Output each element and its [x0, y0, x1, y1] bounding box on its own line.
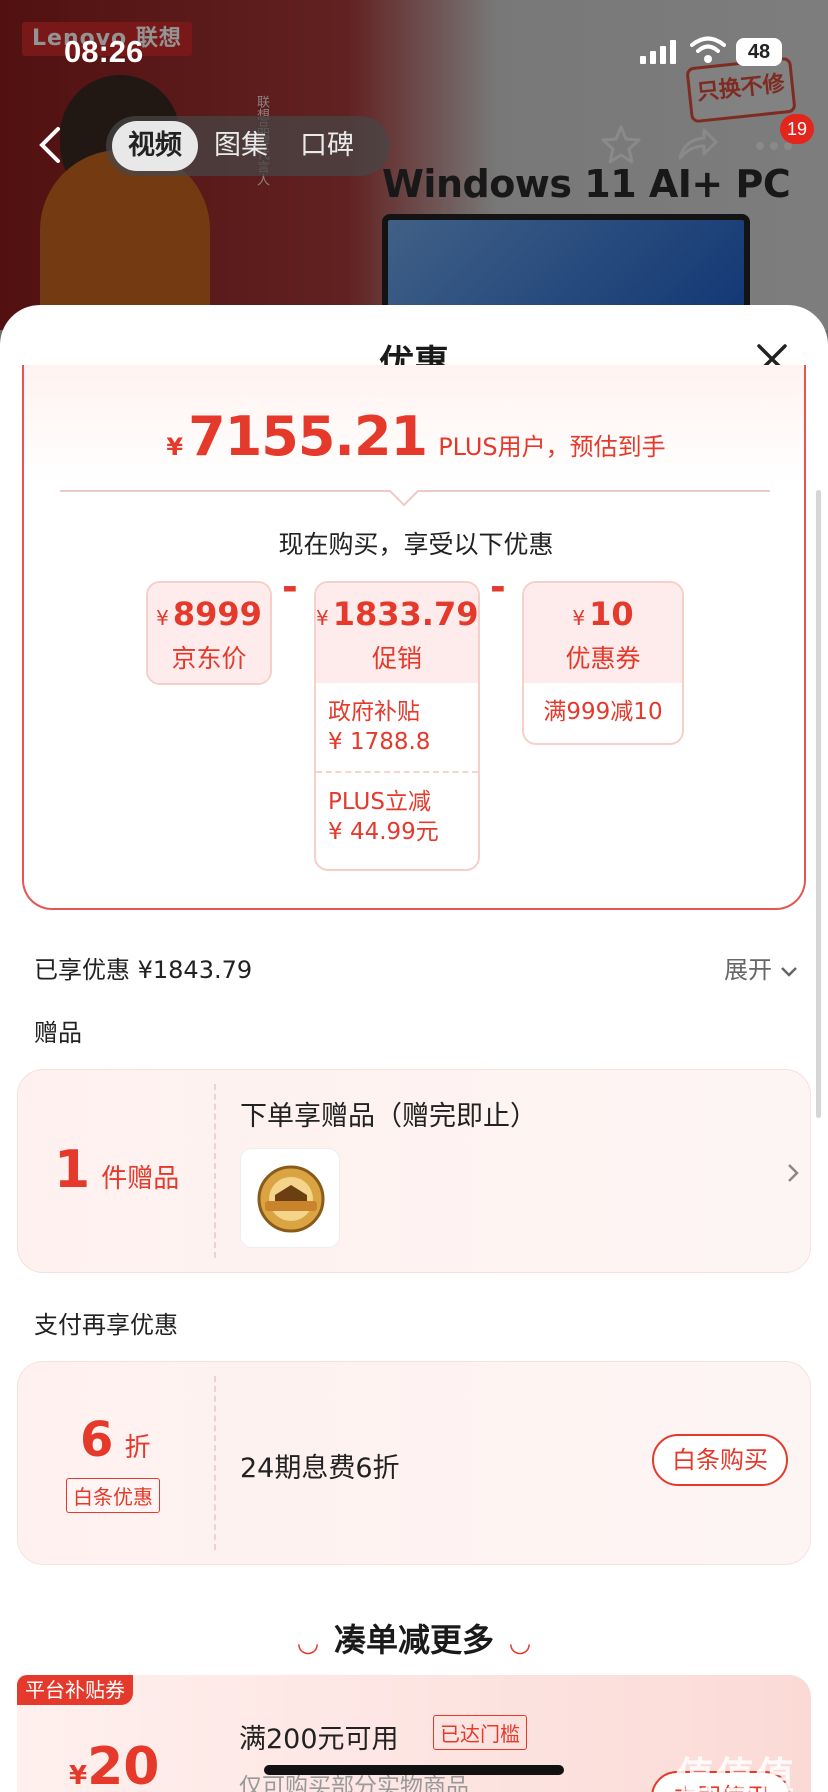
minus-sign: -	[282, 565, 298, 609]
share-icon[interactable]	[676, 124, 718, 164]
baitiao-tag: 白条优惠	[66, 1478, 160, 1513]
home-indicator[interactable]	[264, 1765, 564, 1775]
baitiao-buy-button[interactable]: 白条购买	[652, 1434, 788, 1486]
battery-icon: 48	[736, 38, 782, 66]
currency-symbol: ¥	[69, 1761, 88, 1791]
promotion-detail-plus: PLUS立减 ¥ 44.99元	[316, 771, 478, 861]
final-price-row: ¥ 7155.21 PLUS用户，预估到手	[24, 405, 808, 468]
chevron-right-icon[interactable]	[786, 1162, 800, 1190]
payment-discount-unit: 折	[124, 1433, 151, 1463]
discount-bottom-sheet: 优惠 ¥ 7155.21 PLUS用户，预估到手 现在购买，享受以下优惠 ¥89…	[0, 305, 828, 1792]
gift-count-number: 1	[54, 1140, 91, 1200]
currency-symbol: ¥	[572, 606, 586, 630]
media-tab-bar: 视频 图集 口碑	[106, 116, 390, 176]
divider-arrow	[60, 490, 770, 507]
expand-label: 展开	[724, 956, 772, 984]
jd-price-box: ¥8999 京东价	[146, 581, 272, 685]
scrollbar[interactable]	[816, 490, 821, 1118]
detail-name: 政府补贴	[328, 699, 420, 725]
coupon-label: 优惠券	[565, 644, 641, 673]
gifts-section-label: 赠品	[34, 1019, 82, 1047]
currency-symbol: ¥	[316, 606, 329, 630]
card-divider	[214, 1084, 216, 1258]
currency-symbol: ¥	[156, 606, 169, 630]
chevron-left-icon	[39, 127, 60, 163]
status-bar: 08:26 48	[0, 0, 828, 100]
currency-symbol: ¥	[166, 433, 184, 461]
gift-seal-icon	[257, 1165, 325, 1233]
smile-decoration-icon: ◡	[510, 1628, 530, 1658]
combine-heading-text: 凑单减更多	[333, 1621, 494, 1659]
coupon-value: ¥20	[69, 1737, 159, 1792]
enjoyed-discount: 已享优惠 ¥1843.79	[34, 956, 253, 984]
site-watermark: 值值值	[676, 1754, 797, 1792]
coupon-detail: 满999减10	[543, 699, 663, 725]
gift-card[interactable]: 1 件赠品 下单享赠品（赠完即止）	[17, 1069, 811, 1273]
detail-name: PLUS立减	[328, 789, 431, 815]
detail-value: ¥ 1788.8	[328, 729, 431, 755]
expand-button[interactable]: 展开	[724, 950, 798, 985]
tab-gallery[interactable]: 图集	[198, 121, 284, 171]
back-button[interactable]	[36, 125, 72, 169]
promotion-detail-subsidy: 政府补贴 ¥ 1788.8	[316, 683, 478, 771]
chevron-down-icon	[780, 967, 797, 977]
smile-decoration-icon: ◡	[297, 1628, 318, 1658]
card-divider	[214, 1376, 216, 1550]
gift-count-unit: 件赠品	[101, 1164, 180, 1194]
coupon-box: ¥10 优惠券 满999减10	[522, 581, 684, 745]
coupon-ribbon: 平台补贴券	[17, 1675, 133, 1705]
payment-discount: 6 折	[80, 1412, 151, 1468]
cellular-signal-icon	[640, 40, 676, 64]
status-time: 08:26	[64, 34, 144, 69]
coupon-value-number: 20	[87, 1737, 160, 1792]
jd-price-label: 京东价	[171, 644, 247, 673]
threshold-met-tag: 已达门槛	[433, 1715, 527, 1750]
price-summary-card: ¥ 7155.21 PLUS用户，预估到手 现在购买，享受以下优惠 ¥8999 …	[22, 365, 806, 910]
favorite-star-icon[interactable]	[600, 124, 642, 164]
minus-sign: -	[490, 565, 506, 609]
coupon-amount: 10	[589, 595, 634, 633]
tab-video[interactable]: 视频	[112, 121, 198, 171]
gift-count: 1 件赠品	[54, 1140, 179, 1200]
promotion-label: 促销	[371, 644, 422, 673]
combine-heading: ◡ 凑单减更多 ◡	[0, 1615, 828, 1661]
final-price: 7155.21	[188, 405, 428, 468]
gift-thumbnail[interactable]	[240, 1148, 340, 1248]
wifi-icon	[690, 36, 726, 63]
gift-title: 下单享赠品（赠完即止）	[240, 1101, 537, 1132]
payment-discount-number: 6	[80, 1412, 114, 1468]
promotion-box: ¥1833.79 促销 政府补贴 ¥ 1788.8 PLUS立减 ¥ 44.99…	[314, 581, 480, 871]
payment-card: 6 折 白条优惠 24期息费6折 白条购买	[17, 1361, 811, 1565]
jd-price-amount: 8999	[172, 595, 262, 633]
notification-badge: 19	[780, 114, 814, 144]
final-price-note: PLUS用户，预估到手	[438, 433, 666, 461]
purchase-subtitle: 现在购买，享受以下优惠	[278, 530, 554, 559]
promotion-amount: 1833.79	[332, 595, 479, 633]
tab-reviews[interactable]: 口碑	[284, 121, 370, 171]
coupon-condition: 满200元可用	[239, 1724, 399, 1755]
payment-offer-text: 24期息费6折	[240, 1453, 400, 1484]
payment-section-label: 支付再享优惠	[34, 1311, 178, 1339]
detail-value: ¥ 44.99元	[328, 819, 439, 845]
